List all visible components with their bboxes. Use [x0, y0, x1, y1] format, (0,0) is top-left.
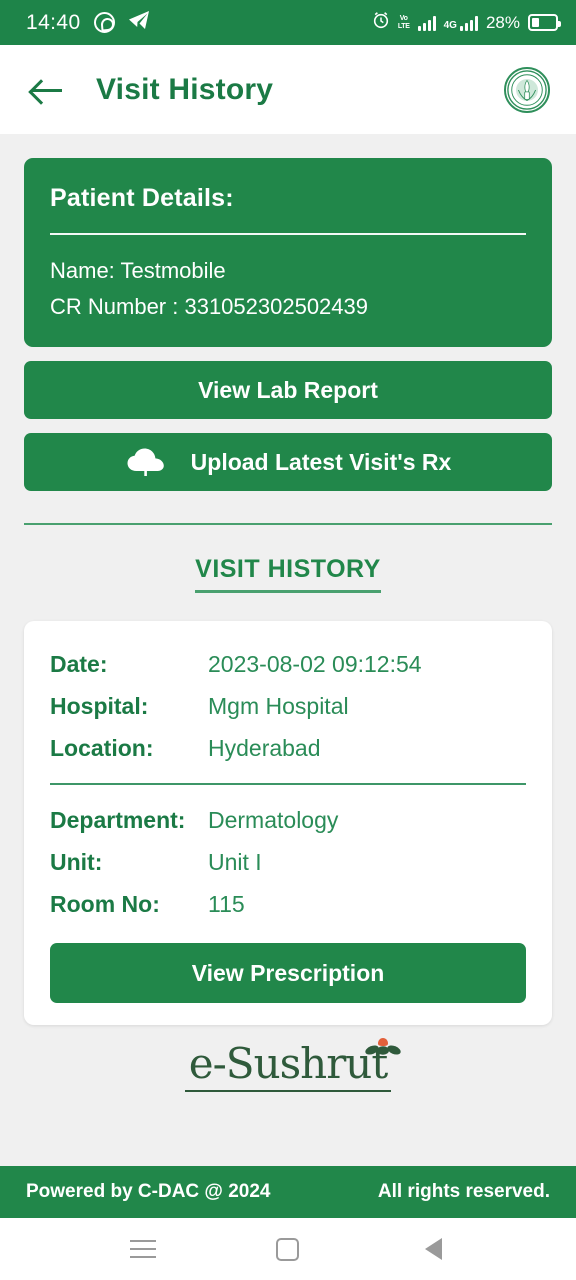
visit-unit-value: Unit I — [208, 849, 262, 875]
visit-card-divider — [50, 783, 526, 785]
cloud-upload-icon — [125, 447, 169, 477]
upload-latest-rx-button[interactable]: Upload Latest Visit's Rx — [24, 433, 552, 491]
visit-room-value: 115 — [208, 891, 245, 917]
back-icon — [424, 1238, 442, 1260]
visit-date-value: 2023-08-02 09:12:54 — [208, 651, 422, 677]
footer-powered-by: Powered by C-DAC @ 2024 — [26, 1181, 271, 1202]
visit-row-location: Location: Hyderabad — [50, 727, 526, 769]
visit-row-unit: Unit: Unit I — [50, 841, 526, 883]
patient-name: Name: Testmobile — [50, 258, 226, 283]
back-arrow-icon[interactable] — [28, 71, 66, 109]
visit-location-label: Location: — [50, 735, 154, 761]
app-bar: Visit History — [0, 45, 576, 134]
esushrut-logo-text: e-Sushrut — [184, 1039, 392, 1092]
upload-latest-rx-label: Upload Latest Visit's Rx — [190, 448, 452, 475]
visit-card: Date: 2023-08-02 09:12:54 Hospital: Mgm … — [24, 621, 552, 1025]
home-icon — [276, 1237, 300, 1261]
telegram-icon — [128, 10, 150, 35]
signal-bars-icon — [417, 15, 436, 31]
view-prescription-label: View Prescription — [191, 959, 385, 986]
visit-row-date: Date: 2023-08-02 09:12:54 — [50, 643, 526, 685]
android-nav-bar — [0, 1218, 576, 1280]
view-prescription-button[interactable]: View Prescription — [50, 943, 526, 1003]
visit-room-label: Room No: — [50, 891, 160, 917]
visit-hospital-label: Hospital: — [50, 693, 149, 719]
content-area: Patient Details: Name: Testmobile CR Num… — [0, 158, 576, 1101]
status-bar-left: 14:40 — [26, 10, 150, 35]
patient-details-card: Patient Details: Name: Testmobile CR Num… — [24, 158, 552, 347]
patient-cr-number: CR Number : 331052302502439 — [50, 294, 369, 319]
government-emblem-icon — [504, 66, 550, 113]
network-signal-group: 4G — [444, 15, 478, 31]
visit-row-room: Room No: 115 — [50, 883, 526, 925]
battery-icon — [528, 14, 561, 31]
esushrut-logo: e-Sushrut — [24, 1038, 552, 1101]
page-title: Visit History — [96, 72, 274, 106]
status-bar: 14:40 Vo LTE 4G 28% — [0, 0, 576, 45]
visit-date-label: Date: — [50, 651, 108, 677]
visit-hospital-value: Mgm Hospital — [208, 693, 349, 719]
home-button[interactable] — [266, 1227, 310, 1271]
volte-icon: Vo LTE — [397, 14, 410, 30]
view-lab-report-label: View Lab Report — [198, 376, 378, 403]
recents-button[interactable] — [121, 1227, 165, 1271]
back-button[interactable] — [411, 1227, 455, 1271]
visit-history-heading-wrap: VISIT HISTORY — [24, 555, 552, 593]
status-bar-right: Vo LTE 4G 28% — [372, 11, 561, 34]
visit-department-value: Dermatology — [208, 807, 339, 833]
status-clock: 14:40 — [26, 10, 81, 34]
whatsapp-icon — [93, 12, 115, 33]
network-type-label: 4G — [443, 19, 457, 31]
visit-history-heading: VISIT HISTORY — [195, 555, 381, 593]
alarm-icon — [372, 11, 390, 34]
visit-unit-label: Unit: — [50, 849, 103, 875]
lotus-icon — [362, 1035, 404, 1070]
view-lab-report-button[interactable]: View Lab Report — [24, 361, 552, 419]
signal-bars-icon-2 — [459, 15, 478, 31]
patient-details-heading: Patient Details: — [50, 184, 234, 212]
visit-location-value: Hyderabad — [208, 735, 321, 761]
section-divider — [24, 523, 552, 525]
footer-rights: All rights reserved. — [377, 1181, 550, 1202]
battery-percent: 28% — [485, 12, 520, 32]
visit-department-label: Department: — [50, 807, 186, 833]
patient-card-divider — [50, 233, 526, 235]
footer-bar: Powered by C-DAC @ 2024 All rights reser… — [0, 1166, 576, 1218]
visit-row-hospital: Hospital: Mgm Hospital — [50, 685, 526, 727]
recents-icon — [129, 1240, 156, 1258]
phone-screen: 14:40 Vo LTE 4G 28% Visit History Patien… — [0, 0, 576, 1280]
visit-row-department: Department: Dermatology — [50, 799, 526, 841]
